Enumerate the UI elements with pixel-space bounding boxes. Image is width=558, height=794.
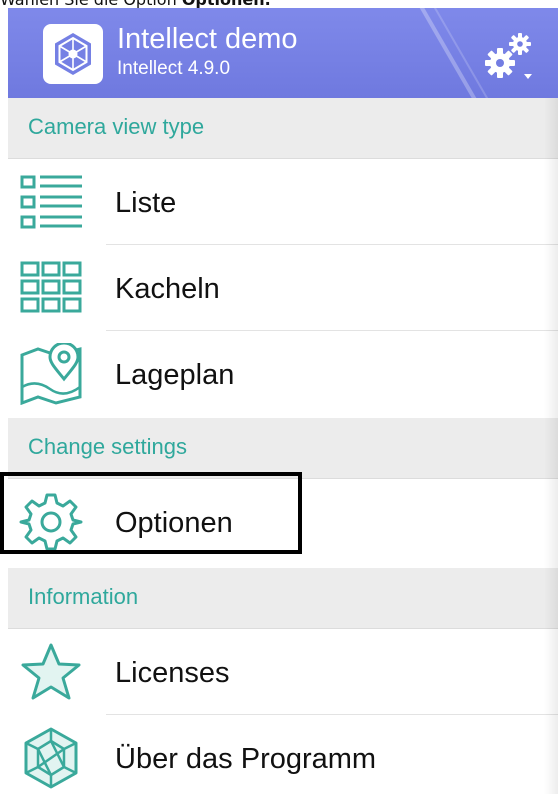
header-decoration (418, 8, 478, 102)
menu-item-licenses[interactable]: Licenses (8, 629, 558, 715)
menu-item-ueber-das-programm[interactable]: Über das Programm (8, 715, 558, 794)
menu-item-label: Kacheln (115, 273, 220, 305)
menu-item-kacheln[interactable]: Kacheln (8, 245, 558, 331)
menu-item-lageplan[interactable]: Lageplan (8, 331, 558, 417)
menu-item-label: Licenses (115, 657, 230, 689)
menu-item-label: Über das Programm (115, 743, 377, 775)
star-icon (16, 641, 86, 703)
section-title: Camera view type (28, 114, 205, 139)
menu-item-label: Optionen (115, 507, 233, 539)
app-header: Intellect demo Intellect 4.9.0 (8, 8, 558, 102)
gear-icon (16, 491, 86, 553)
section-title: Change settings (28, 434, 187, 459)
hexagon-icon (16, 727, 86, 789)
menu-item-label: Liste (115, 187, 177, 219)
list-icon (16, 171, 86, 233)
app-menu: Intellect demo Intellect 4.9.0 Camera vi… (8, 8, 558, 794)
app-version: Intellect 4.9.0 (117, 58, 231, 79)
settings-gear-icon[interactable] (478, 26, 540, 86)
map-pin-icon (16, 341, 86, 406)
app-title: Intellect demo (117, 23, 298, 55)
app-logo-icon (43, 24, 103, 84)
menu-item-label: Lageplan (115, 359, 235, 391)
grid-icon (16, 257, 86, 319)
menu-item-optionen[interactable]: Optionen (8, 479, 558, 565)
section-header-camera-view-type: Camera view type (8, 98, 558, 159)
instruction-caption: Wählen Sie die Option Optionen. (0, 0, 558, 8)
section-header-change-settings: Change settings (8, 418, 558, 479)
menu-item-liste[interactable]: Liste (8, 159, 558, 245)
section-title: Information (28, 584, 139, 609)
section-header-information: Information (8, 568, 558, 629)
